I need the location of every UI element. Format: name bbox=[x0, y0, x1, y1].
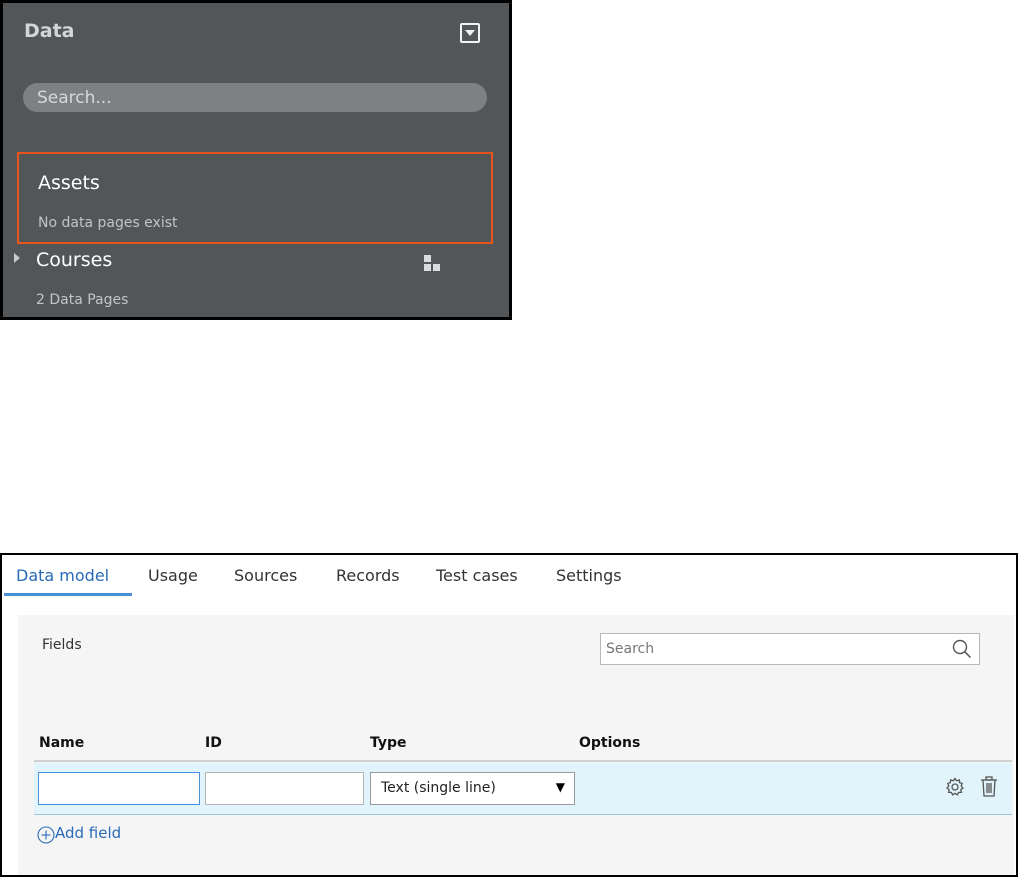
search-icon[interactable] bbox=[952, 639, 972, 659]
field-name-input[interactable] bbox=[38, 772, 200, 805]
fields-search bbox=[600, 633, 980, 665]
data-search-input[interactable] bbox=[23, 83, 487, 112]
data-explorer-panel: Data Assets No data pages exist Courses … bbox=[0, 0, 512, 320]
tab-usage[interactable]: Usage bbox=[148, 566, 198, 585]
field-type-value: Text (single line) bbox=[381, 780, 496, 796]
tab-bar: Data model Usage Sources Records Test ca… bbox=[2, 555, 1016, 597]
gear-icon[interactable] bbox=[945, 777, 965, 797]
column-header-type: Type bbox=[370, 735, 407, 751]
expand-caret-icon[interactable] bbox=[14, 253, 20, 263]
tab-settings[interactable]: Settings bbox=[556, 566, 622, 585]
fields-heading: Fields bbox=[42, 637, 82, 653]
active-tab-indicator bbox=[4, 593, 132, 596]
column-header-name: Name bbox=[39, 735, 85, 751]
data-item-subtitle: 2 Data Pages bbox=[36, 292, 129, 308]
plus-circle-icon bbox=[37, 826, 55, 844]
tab-sources[interactable]: Sources bbox=[234, 566, 297, 585]
data-item-subtitle: No data pages exist bbox=[38, 215, 178, 231]
tab-records[interactable]: Records bbox=[336, 566, 400, 585]
field-type-select[interactable]: Text (single line) ▼ bbox=[370, 772, 575, 805]
tab-test-cases[interactable]: Test cases bbox=[436, 566, 518, 585]
data-item-name: Courses bbox=[36, 249, 113, 271]
add-field-label: Add field bbox=[55, 824, 122, 842]
column-header-id: ID bbox=[205, 735, 222, 751]
header-divider bbox=[34, 760, 1012, 762]
data-item-courses[interactable]: Courses 2 Data Pages bbox=[14, 247, 493, 317]
data-item-assets[interactable]: Assets No data pages exist bbox=[17, 152, 493, 244]
data-object-icon bbox=[424, 255, 446, 275]
field-id-input[interactable] bbox=[205, 772, 364, 805]
data-model-content: Fields Name ID Type Options Text (single… bbox=[18, 615, 1014, 875]
dropdown-arrow-icon: ▼ bbox=[555, 780, 565, 794]
data-model-panel: Data model Usage Sources Records Test ca… bbox=[0, 553, 1018, 877]
panel-menu-dropdown-icon[interactable] bbox=[460, 23, 480, 43]
tab-data-model[interactable]: Data model bbox=[16, 566, 109, 585]
trash-icon[interactable] bbox=[980, 776, 998, 798]
column-header-options: Options bbox=[579, 735, 641, 751]
fields-search-input[interactable] bbox=[601, 634, 951, 664]
data-item-name: Assets bbox=[38, 172, 100, 194]
field-row: Text (single line) ▼ bbox=[34, 763, 1012, 815]
panel-title: Data bbox=[24, 20, 75, 42]
